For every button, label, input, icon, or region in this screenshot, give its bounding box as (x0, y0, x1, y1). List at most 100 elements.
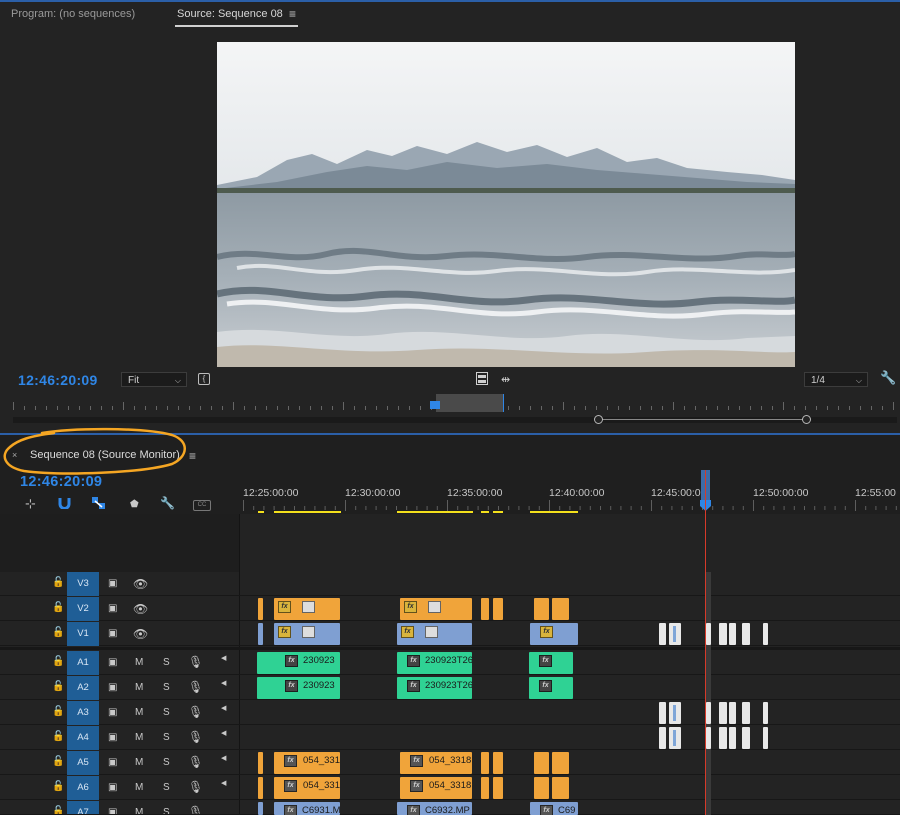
in-out-range[interactable] (436, 394, 504, 412)
clip[interactable] (729, 702, 736, 724)
insert-overwrite-icon[interactable]: { (198, 373, 210, 385)
drag-video-only-icon[interactable] (476, 372, 488, 385)
clip[interactable]: fx (274, 598, 340, 620)
clip[interactable] (719, 727, 727, 749)
mute-button[interactable]: M (135, 807, 143, 814)
microphone-icon[interactable]: 🎙 (188, 780, 203, 794)
clip[interactable] (706, 727, 711, 749)
solo-button[interactable]: S (163, 732, 170, 743)
playback-resolution-select[interactable]: 1/4 ⌵ (804, 372, 868, 387)
clip[interactable] (258, 777, 263, 799)
clip[interactable] (719, 702, 727, 724)
clip[interactable]: fx (274, 623, 340, 645)
track-label-a3[interactable]: A3 (67, 701, 99, 725)
lock-icon[interactable]: 🔓 (52, 756, 64, 767)
clip[interactable]: fx 230923T26 (397, 652, 472, 674)
solo-button[interactable]: S (163, 807, 170, 814)
wrench-icon[interactable]: 🔧 (160, 496, 175, 510)
hamburger-menu-icon[interactable]: ≡ (289, 7, 296, 21)
track-label-a5[interactable]: A5 (67, 751, 99, 775)
zoom-level-select[interactable]: Fit ⌵ (121, 372, 187, 387)
mute-button[interactable]: M (135, 707, 143, 718)
clip[interactable]: fx 054_331 (274, 752, 340, 774)
clip[interactable] (258, 802, 263, 815)
toggle-sync-icon[interactable]: ▣ (108, 603, 117, 614)
toggle-sync-icon[interactable]: ▣ (108, 732, 117, 743)
clip[interactable]: fx 230923T26 (397, 677, 472, 699)
track-label-v2[interactable]: V2 (67, 597, 99, 621)
add-marker-icon[interactable]: ⬟ (130, 499, 139, 510)
mute-button[interactable]: M (135, 732, 143, 743)
lock-icon[interactable]: 🔓 (52, 681, 64, 692)
clip[interactable]: fx (400, 598, 472, 620)
mute-button[interactable]: M (135, 782, 143, 793)
clip[interactable] (742, 702, 750, 724)
clip[interactable] (729, 623, 736, 645)
clip[interactable]: fx (530, 623, 578, 645)
clip[interactable] (669, 623, 681, 645)
track-label-v1[interactable]: V1 (67, 622, 99, 646)
clip[interactable] (763, 623, 768, 645)
lock-icon[interactable]: 🔓 (52, 627, 64, 638)
clip[interactable]: fx C6932.MP (397, 802, 472, 815)
clip[interactable]: fx C69 (530, 802, 578, 815)
clip[interactable]: fx (397, 623, 472, 645)
clip[interactable] (534, 752, 549, 774)
clip[interactable] (659, 702, 666, 724)
clip[interactable]: fx 230923 (257, 652, 340, 674)
microphone-icon[interactable]: 🎙 (188, 805, 203, 814)
track-label-a4[interactable]: A4 (67, 726, 99, 750)
toggle-sync-icon[interactable]: ▣ (108, 578, 117, 589)
microphone-icon[interactable]: 🎙 (188, 655, 203, 669)
lock-icon[interactable]: 🔓 (52, 602, 64, 613)
toggle-sync-icon[interactable]: ▣ (108, 657, 117, 668)
track-label-a2[interactable]: A2 (67, 676, 99, 700)
lock-icon[interactable]: 🔓 (52, 806, 64, 814)
toggle-sync-icon[interactable]: ▣ (108, 782, 117, 793)
mute-button[interactable]: M (135, 657, 143, 668)
clip[interactable]: fx 230923 (257, 677, 340, 699)
clip[interactable] (659, 623, 666, 645)
clip[interactable] (763, 702, 768, 724)
eye-icon[interactable]: 👁 (133, 577, 148, 591)
clip[interactable] (669, 702, 681, 724)
clip[interactable] (552, 777, 569, 799)
source-playhead[interactable] (430, 401, 440, 409)
toggle-sync-icon[interactable]: ▣ (108, 807, 117, 814)
clip[interactable] (534, 598, 549, 620)
snap-magnet-icon[interactable] (58, 497, 71, 510)
clip[interactable] (719, 623, 727, 645)
clip[interactable]: fx (529, 652, 573, 674)
linked-selection-icon[interactable] (92, 497, 105, 509)
mute-button[interactable]: M (135, 757, 143, 768)
clip[interactable] (742, 727, 750, 749)
track-label-a1[interactable]: A1 (67, 651, 99, 675)
clip[interactable]: fx C6931.M (274, 802, 340, 815)
clip[interactable] (493, 598, 503, 620)
clip[interactable] (534, 777, 549, 799)
tab-program-monitor[interactable]: Program: (no sequences) (11, 8, 135, 20)
clip[interactable]: fx (529, 677, 573, 699)
eye-icon[interactable]: 👁 (133, 627, 148, 641)
toggle-sync-icon[interactable]: ▣ (108, 628, 117, 639)
wrench-icon[interactable]: 🔧 (880, 370, 896, 386)
clip[interactable] (552, 598, 569, 620)
clip[interactable]: fx 054_3318 (400, 777, 472, 799)
lock-icon[interactable]: 🔓 (52, 731, 64, 742)
mute-button[interactable]: M (135, 682, 143, 693)
scrollbar-left-handle[interactable] (594, 415, 603, 424)
clip[interactable] (258, 598, 263, 620)
scrollbar-right-handle[interactable] (802, 415, 811, 424)
microphone-icon[interactable]: 🎙 (188, 730, 203, 744)
clip[interactable] (742, 623, 750, 645)
clip[interactable] (763, 727, 768, 749)
sequence-timecode[interactable]: 12:46:20:09 (20, 474, 102, 490)
microphone-icon[interactable]: 🎙 (188, 680, 203, 694)
captions-icon[interactable]: CC (193, 500, 211, 511)
solo-button[interactable]: S (163, 657, 170, 668)
lock-icon[interactable]: 🔓 (52, 656, 64, 667)
toggle-sync-icon[interactable]: ▣ (108, 707, 117, 718)
lock-icon[interactable]: 🔓 (52, 781, 64, 792)
playhead-line[interactable] (705, 470, 706, 815)
track-label-a7[interactable]: A7 (67, 801, 99, 814)
